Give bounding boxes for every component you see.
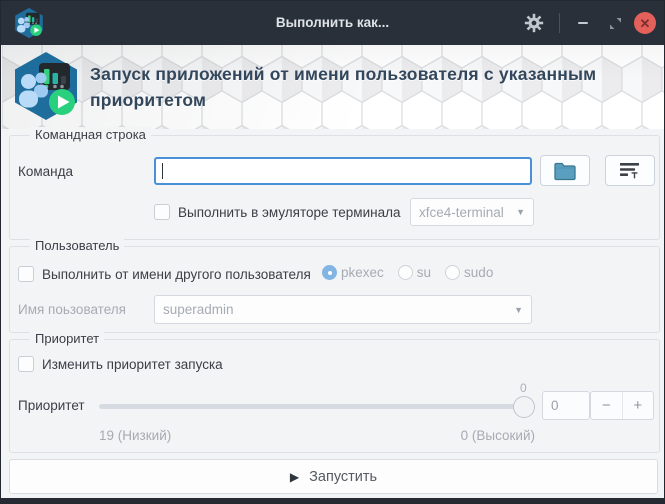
close-button[interactable]: ✕ xyxy=(634,12,656,34)
recent-commands-button[interactable] xyxy=(605,155,655,186)
priority-slider-track[interactable] xyxy=(99,404,535,409)
folder-icon xyxy=(554,162,576,180)
spin-plus-button[interactable]: + xyxy=(623,392,654,419)
change-priority-checkbox-label[interactable]: Изменить приоритет запуска xyxy=(42,357,223,372)
auth-method-radio-group: pkexec su sudo xyxy=(322,265,500,280)
radio-sudo[interactable]: sudo xyxy=(445,265,493,280)
priority-high-label: 0 (Высокий) xyxy=(460,428,535,443)
command-history-icon xyxy=(620,163,639,179)
username-label: Имя поьзователя xyxy=(18,302,126,317)
priority-slider-handle[interactable] xyxy=(513,396,535,418)
titlebar[interactable]: Выполнить как... ✕ xyxy=(1,1,664,45)
user-frame: Пользователь Выполнить от имени другого … xyxy=(9,238,660,333)
terminal-emulator-dropdown[interactable]: xfce4-terminal ▼ xyxy=(410,198,534,226)
username-value: superadmin xyxy=(163,302,234,317)
command-frame: Командная строка Команда Выполнить в эму… xyxy=(9,127,660,240)
radio-unselected-icon xyxy=(397,265,413,280)
minimize-icon xyxy=(578,22,588,24)
user-frame-legend: Пользователь xyxy=(30,238,125,253)
header-banner: Запуск приложений от имени пользователя … xyxy=(2,45,664,129)
close-icon: ✕ xyxy=(639,15,651,31)
play-icon: ▶ xyxy=(289,469,300,484)
priority-low-label: 19 (Низкий) xyxy=(99,428,172,443)
dropdown-arrow-icon: ▼ xyxy=(516,207,525,217)
titlebar-actions: ✕ xyxy=(523,1,656,45)
browse-file-button[interactable] xyxy=(540,155,590,186)
command-input[interactable] xyxy=(154,157,532,185)
radio-su[interactable]: su xyxy=(397,265,431,280)
command-frame-legend: Командная строка xyxy=(30,127,151,142)
terminal-emulator-value: xfce4-terminal xyxy=(419,204,504,220)
radio-selected-icon xyxy=(322,265,337,280)
priority-range-labels: 19 (Низкий) 0 (Высокий) xyxy=(99,428,535,443)
terminal-checkbox[interactable] xyxy=(154,204,170,220)
command-label: Команда xyxy=(18,164,74,179)
change-priority-checkbox[interactable] xyxy=(18,356,34,372)
priority-spin-value[interactable]: 0 xyxy=(542,391,590,420)
username-dropdown[interactable]: superadmin ▼ xyxy=(154,295,532,324)
text-caret xyxy=(162,163,163,179)
plus-icon: + xyxy=(633,397,643,414)
other-user-checkbox-label[interactable]: Выполнить от имени другого пользователя xyxy=(42,267,311,282)
run-button[interactable]: ▶ Запустить xyxy=(9,459,658,494)
terminal-checkbox-label[interactable]: Выполнить в эмуляторе терминала xyxy=(178,205,400,220)
run-button-label: Запустить xyxy=(309,468,378,485)
page-title: Запуск приложений от имени пользователя … xyxy=(90,64,597,110)
other-user-checkbox[interactable] xyxy=(18,266,34,282)
radio-unselected-icon xyxy=(445,265,461,280)
window-bottom-edge xyxy=(1,498,664,503)
dropdown-arrow-icon: ▼ xyxy=(514,304,523,315)
minus-icon: − xyxy=(601,397,611,414)
priority-frame-legend: Приоритет xyxy=(30,331,105,346)
settings-gear-icon[interactable] xyxy=(523,12,545,34)
spin-minus-button[interactable]: − xyxy=(591,392,623,419)
priority-spin-buttons: − + xyxy=(590,391,654,420)
maximize-icon xyxy=(609,17,621,29)
app-large-icon xyxy=(10,50,82,122)
slider-value-label: 0 xyxy=(520,381,527,395)
maximize-button[interactable] xyxy=(602,10,628,36)
priority-label: Приоритет xyxy=(18,398,85,413)
priority-frame: Приоритет Изменить приоритет запуска При… xyxy=(9,331,660,453)
run-as-window: Выполнить как... ✕ Запуск приложений от … xyxy=(0,0,665,504)
minimize-button[interactable] xyxy=(570,10,596,36)
radio-pkexec[interactable]: pkexec xyxy=(322,265,384,280)
titlebar-separator xyxy=(559,13,560,33)
